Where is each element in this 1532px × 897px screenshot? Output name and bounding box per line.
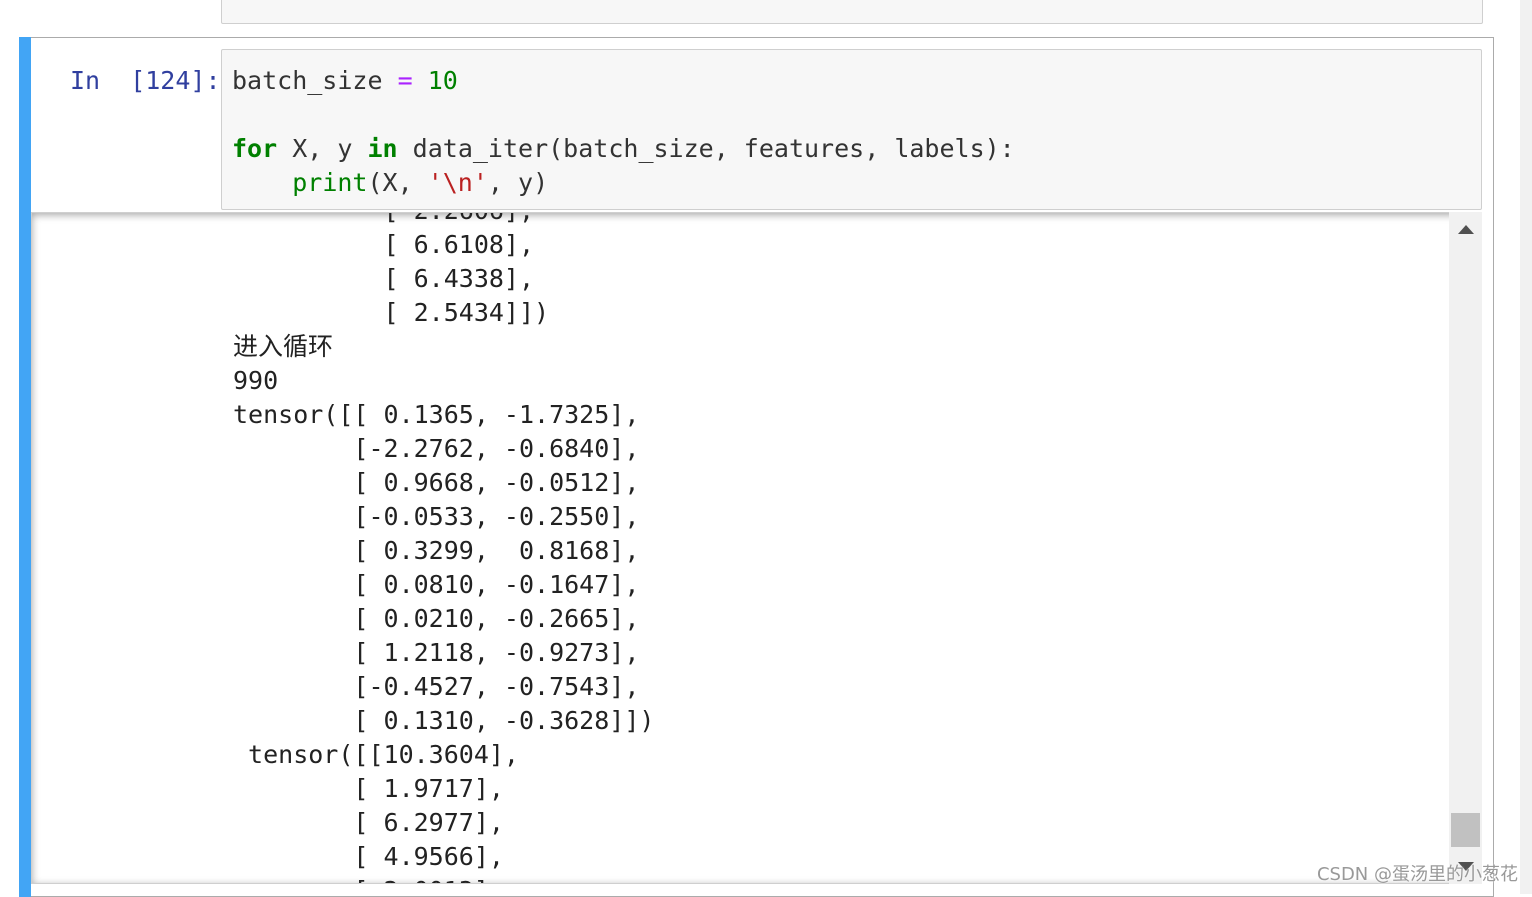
page-scrollbar[interactable]: [1520, 0, 1532, 894]
code-text: batch_size = 10 for X, y in data_iter(ba…: [232, 64, 1015, 200]
output-area[interactable]: [ 2.2606], [ 6.6108], [ 6.4338], [ 2.543…: [31, 212, 1481, 884]
code-operator: =: [397, 66, 413, 95]
code-call: data_iter(batch_size, features, labels):: [412, 134, 1015, 163]
code-args-close: , y): [487, 168, 549, 197]
code-ident: batch_size: [232, 66, 383, 95]
code-keyword-in: in: [367, 134, 398, 163]
scroll-thumb[interactable]: [1451, 813, 1480, 847]
selected-cell-indicator: [19, 37, 31, 897]
code-string: '\n': [427, 168, 488, 197]
code-args-open: (X,: [367, 168, 428, 197]
code-keyword-for: for: [232, 134, 278, 163]
code-editor[interactable]: batch_size = 10 for X, y in data_iter(ba…: [221, 49, 1482, 210]
code-vars: X, y: [292, 134, 353, 163]
code-builtin-print: print: [292, 168, 368, 197]
scroll-up-arrow-icon[interactable]: [1458, 225, 1474, 234]
output-scrollbar[interactable]: [1449, 212, 1482, 884]
input-prompt: In [124]:: [70, 66, 221, 95]
output-text: [ 2.2606], [ 6.6108], [ 6.4338], [ 2.543…: [233, 213, 655, 883]
code-number: 10: [427, 66, 458, 95]
watermark: CSDN @蛋汤里的小葱花: [1316, 864, 1518, 885]
previous-cell-input[interactable]: [221, 0, 1483, 24]
